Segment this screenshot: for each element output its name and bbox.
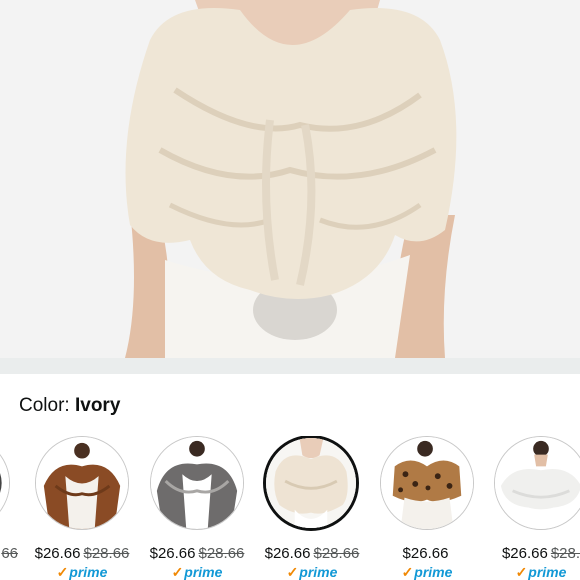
swatch-price: $26.66 — [34, 545, 81, 562]
swatch-thumbnail[interactable] — [380, 436, 474, 530]
swatch-thumbnail[interactable] — [35, 436, 129, 530]
swatch-thumbnail[interactable] — [263, 436, 359, 531]
prime-check-icon: ✓ — [401, 564, 414, 580]
prime-badge: ✓prime — [286, 564, 338, 580]
swatch-price: $26.66 — [264, 545, 311, 562]
swatch-price: $26.66 — [402, 545, 449, 562]
swatch-price-row: 66 — [0, 545, 18, 562]
product-main-image[interactable] — [0, 0, 580, 358]
swatch-thumbnail[interactable] — [494, 436, 580, 530]
prime-badge: ✓prime — [56, 564, 108, 580]
prime-check-icon: ✓ — [171, 564, 184, 580]
prime-badge: ✓prime — [515, 564, 567, 580]
prime-check-icon: ✓ — [286, 564, 299, 580]
swatch-option-ivory[interactable]: $26.66 $28.66 ✓prime — [257, 436, 367, 580]
swatch-list-price: 66 — [1, 545, 18, 562]
swatch-list-price: $28.66 — [198, 545, 245, 562]
swatch-option-grey[interactable]: $26.66 $28.66 ✓prime — [142, 436, 252, 580]
color-selection-label: Color: Ivory — [19, 395, 120, 417]
swatch-price-row: $26.66 $28. — [486, 545, 580, 562]
color-swatch-carousel[interactable]: 66 $26.66 $28.66 ✓prime $26.66 $28.66 ✓p… — [0, 436, 580, 580]
swatch-price: $26.66 — [501, 545, 548, 562]
swatch-price: $26.66 — [149, 545, 196, 562]
swatch-list-price: $28.66 — [313, 545, 360, 562]
swatch-list-price: $28.66 — [83, 545, 130, 562]
swatch-option-partial-left[interactable]: 66 — [0, 436, 18, 580]
section-divider — [0, 358, 580, 374]
shawl-photo — [0, 0, 580, 358]
color-selected-value: Ivory — [74, 395, 121, 416]
prime-badge: ✓prime — [171, 564, 223, 580]
swatch-price-row: $26.66 $28.66 — [142, 545, 252, 562]
swatch-price-row: $26.66 — [372, 545, 482, 562]
swatch-option-white[interactable]: $26.66 $28. ✓prime — [486, 436, 580, 580]
swatch-price-row: $26.66 $28.66 — [27, 545, 137, 562]
swatch-thumbnail[interactable] — [0, 436, 10, 530]
swatch-list-price: $28. — [550, 545, 580, 562]
swatch-price-row: $26.66 $28.66 — [257, 545, 367, 562]
prime-check-icon: ✓ — [515, 564, 528, 580]
swatch-thumbnail[interactable] — [150, 436, 244, 530]
prime-check-icon: ✓ — [56, 564, 69, 580]
color-label: Color: — [19, 395, 70, 416]
swatch-option-leopard[interactable]: $26.66 ✓prime — [372, 436, 482, 580]
prime-badge: ✓prime — [401, 564, 453, 580]
swatch-option-brown[interactable]: $26.66 $28.66 ✓prime — [27, 436, 137, 580]
